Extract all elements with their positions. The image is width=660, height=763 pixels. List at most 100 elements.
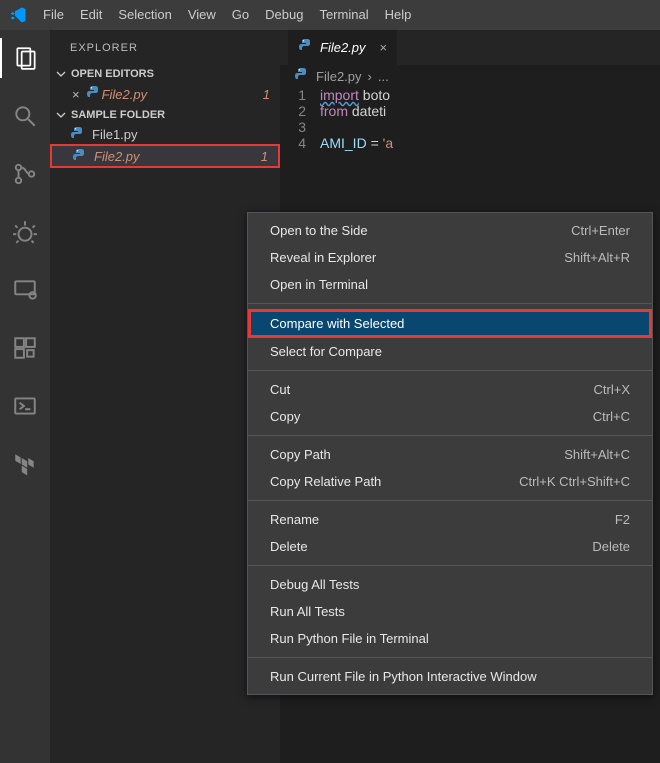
debug-activity-icon[interactable] [0,212,50,252]
python-icon [298,38,314,57]
context-menu-item[interactable]: Rename F2 [248,506,652,533]
context-menu-shortcut: F2 [615,512,630,527]
context-menu-label: Run All Tests [270,604,345,619]
menu-item-edit[interactable]: Edit [72,0,110,30]
menu-separator [248,565,652,566]
file-name: File1.py [92,127,138,142]
context-menu-item[interactable]: Run Python File in Terminal [248,625,652,652]
powershell-activity-icon[interactable] [0,386,50,426]
menu-item-file[interactable]: File [35,0,72,30]
line-number: 4 [280,135,320,151]
line-number: 1 [280,87,320,103]
context-menu-label: Cut [270,382,290,397]
code-token: from [320,103,348,119]
context-menu-shortcut: Shift+Alt+R [564,250,630,265]
breadcrumb-separator: › [368,69,372,84]
context-menu-label: Copy [270,409,300,424]
open-editors-label: OPEN EDITORS [71,68,154,80]
file-row[interactable]: File2.py1 [50,144,280,168]
folder-label: SAMPLE FOLDER [71,109,165,121]
context-menu-item[interactable]: Run Current File in Python Interactive W… [248,663,652,690]
python-icon [86,85,102,104]
close-icon[interactable]: × [72,87,80,102]
context-menu-label: Reveal in Explorer [270,250,376,265]
menu-item-view[interactable]: View [180,0,224,30]
terraform-activity-icon[interactable] [0,444,50,484]
python-icon [72,148,88,164]
menu-item-debug[interactable]: Debug [257,0,311,30]
context-menu-shortcut: Ctrl+X [594,382,630,397]
context-menu-item[interactable]: Compare with Selected [248,309,652,338]
code-token: AMI_ID [320,135,367,151]
menu-item-go[interactable]: Go [224,0,257,30]
context-menu-label: Delete [270,539,308,554]
folder-header[interactable]: SAMPLE FOLDER [50,106,280,124]
close-icon[interactable]: × [380,40,388,55]
title-bar: FileEditSelectionViewGoDebugTerminalHelp [0,0,660,30]
context-menu-item[interactable]: Cut Ctrl+X [248,376,652,403]
breadcrumb[interactable]: File2.py › ... [280,65,660,87]
context-menu-item[interactable]: Select for Compare [248,338,652,365]
code-token: dateti [348,103,386,119]
context-menu-item[interactable]: Run All Tests [248,598,652,625]
menu-item-terminal[interactable]: Terminal [311,0,376,30]
code-token: boto [359,87,390,103]
context-menu-shortcut: Delete [592,539,630,554]
context-menu-label: Open in Terminal [270,277,368,292]
explorer-sidebar: EXPLORER OPEN EDITORS × File2.py 1 SAMPL… [50,30,280,763]
context-menu-label: Copy Relative Path [270,474,381,489]
menu-separator [248,435,652,436]
search-activity-icon[interactable] [0,96,50,136]
context-menu-shortcut: Shift+Alt+C [564,447,630,462]
remote-activity-icon[interactable] [0,270,50,310]
context-menu-item[interactable]: Open to the Side Ctrl+Enter [248,217,652,244]
breadcrumb-file: File2.py [316,69,362,84]
code-token: = [367,135,383,151]
context-menu-item[interactable]: Delete Delete [248,533,652,560]
context-menu-label: Open to the Side [270,223,368,238]
context-menu-label: Copy Path [270,447,331,462]
context-menu: Open to the Side Ctrl+Enter Reveal in Expl… [247,212,653,695]
chevron-down-icon [56,69,66,79]
context-menu-item[interactable]: Copy Relative PathCtrl+K Ctrl+Shift+C [248,468,652,495]
menu-separator [248,500,652,501]
file-list: File1.py File2.py1 [50,124,280,168]
code-editor[interactable]: 1import boto 2from dateti 3 4AMI_ID = 'a [280,87,660,151]
activity-bar [0,30,50,763]
context-menu-label: Rename [270,512,319,527]
context-menu-item[interactable]: Open in Terminal [248,271,652,298]
tab-bar: File2.py × [280,30,660,65]
python-icon [294,67,310,86]
menu-separator [248,303,652,304]
open-editor-item[interactable]: × File2.py 1 [50,83,280,106]
file-row[interactable]: File1.py [50,124,280,144]
code-token: import [320,87,359,103]
menu-item-help[interactable]: Help [377,0,420,30]
file-name: File2.py [94,149,140,164]
explorer-activity-icon[interactable] [0,38,50,78]
editor-tab[interactable]: File2.py × [288,30,397,65]
extensions-activity-icon[interactable] [0,328,50,368]
code-token: 'a [383,135,393,151]
open-editor-filename: File2.py [102,87,148,102]
context-menu-item[interactable]: Copy Path Shift+Alt+C [248,441,652,468]
menu-item-selection[interactable]: Selection [110,0,179,30]
explorer-title: EXPLORER [50,30,280,65]
context-menu-label: Debug All Tests [270,577,359,592]
scm-activity-icon[interactable] [0,154,50,194]
menu-bar: FileEditSelectionViewGoDebugTerminalHelp [35,0,419,30]
open-editor-count: 1 [263,87,270,102]
context-menu-item[interactable]: Copy Ctrl+C [248,403,652,430]
breadcrumb-ellipsis: ... [378,69,389,84]
python-icon [70,126,86,142]
context-menu-item[interactable]: Reveal in Explorer Shift+Alt+R [248,244,652,271]
menu-separator [248,657,652,658]
line-number: 2 [280,103,320,119]
context-menu-label: Select for Compare [270,344,382,359]
tab-filename: File2.py [320,40,366,55]
line-number: 3 [280,119,320,135]
open-editors-header[interactable]: OPEN EDITORS [50,65,280,83]
context-menu-shortcut: Ctrl+Enter [571,223,630,238]
context-menu-shortcut: Ctrl+C [593,409,630,424]
context-menu-item[interactable]: Debug All Tests [248,571,652,598]
